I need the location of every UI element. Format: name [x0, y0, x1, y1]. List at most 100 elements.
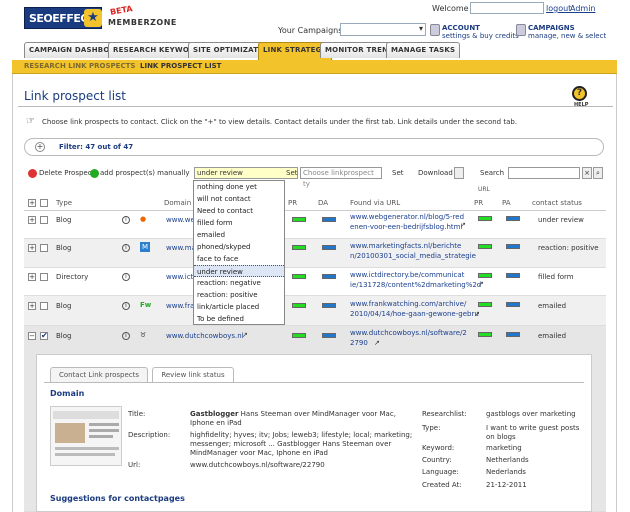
option-face-to-face[interactable]: face to face — [194, 253, 284, 265]
expand-row-icon[interactable]: + — [28, 216, 36, 224]
expand-row-icon[interactable]: + — [28, 302, 36, 310]
admin-link[interactable]: Admin — [570, 4, 596, 13]
account-title: ACCOUNT — [442, 24, 480, 32]
row-url-line1[interactable]: www.webgenerator.nl/blog/5-red — [350, 213, 464, 221]
help-icon[interactable]: ? — [572, 86, 587, 101]
option-need-to-contact[interactable]: Need to contact — [194, 205, 284, 217]
researchlist-value: gastblogs over marketing — [486, 410, 576, 418]
tab-review-link-status[interactable]: Review link status — [152, 367, 234, 382]
column-contact-status[interactable]: contact status — [532, 199, 582, 207]
da-bar — [322, 245, 336, 250]
logout-link[interactable]: logout — [546, 4, 571, 13]
external-link-icon[interactable]: ↗ — [478, 280, 484, 288]
row-type: Blog — [56, 302, 72, 310]
option-under-review[interactable]: under review — [194, 265, 284, 277]
pr-bar — [292, 245, 306, 250]
option-reaction-negative[interactable]: reaction: negative — [194, 277, 284, 289]
option-to-be-defined[interactable]: To be defined — [194, 313, 284, 325]
option-phoned-skyped[interactable]: phoned/skyped — [194, 241, 284, 253]
external-link-icon[interactable]: ↗ — [242, 331, 248, 339]
column-pr[interactable]: PR — [288, 199, 297, 207]
contact-status-dropdown[interactable]: nothing done yet will not contact Need t… — [193, 180, 285, 325]
row-domain[interactable]: www.ma — [166, 244, 196, 252]
row-checkbox-checked[interactable]: ✔ — [40, 331, 48, 340]
external-link-icon[interactable]: ↗ — [374, 339, 380, 347]
option-filled-form[interactable]: filled form — [194, 217, 284, 229]
set-type-button[interactable]: Set — [392, 169, 404, 177]
select-all-checkbox[interactable] — [40, 199, 48, 207]
tab-contact-link-prospects[interactable]: Contact Link prospects — [50, 367, 148, 382]
delete-prospect-button[interactable]: Delete Prospect — [39, 169, 94, 177]
row-url-line2[interactable]: ie/131728/content%2dmarketing%2d — [350, 281, 481, 289]
campaigns-icon[interactable] — [516, 24, 526, 36]
row-checkbox[interactable] — [40, 216, 48, 224]
subnav-research-link-prospects[interactable]: RESEARCH LINK PROSPECTS — [24, 62, 135, 70]
search-clear-icon[interactable]: × — [582, 167, 592, 179]
account-link[interactable]: ACCOUNT settings & buy credits — [442, 24, 519, 40]
info-icon[interactable]: i — [122, 216, 130, 224]
row-checkbox[interactable] — [40, 302, 48, 310]
info-icon[interactable]: i — [122, 302, 130, 310]
row-domain[interactable]: www.ict — [166, 273, 193, 281]
row-url-line1[interactable]: www.marketingfacts.nl/berichte — [350, 242, 461, 250]
option-nothing-done-yet[interactable]: nothing done yet — [194, 181, 284, 193]
row-url-line2[interactable]: 2790 — [350, 339, 368, 347]
add-prospect-button[interactable]: add prospect(s) manually — [100, 169, 189, 177]
add-icon[interactable] — [90, 169, 99, 178]
row-url-line1[interactable]: www.dutchcowboys.nl/software/2 — [350, 329, 467, 337]
column-domain[interactable]: Domain — [164, 199, 191, 207]
info-icon[interactable]: i — [122, 244, 130, 252]
option-link-article-placed[interactable]: link/article placed — [194, 301, 284, 313]
column-da[interactable]: DA — [318, 199, 328, 207]
row-domain[interactable]: www.fra — [166, 302, 194, 310]
linkprospect-type-select[interactable]: Choose linkprospect ty — [300, 167, 382, 188]
account-icon[interactable] — [430, 24, 440, 36]
subnav-link-prospect-list[interactable]: LINK PROSPECT LIST — [140, 62, 221, 70]
search-go-icon[interactable]: ⌕ — [593, 167, 603, 179]
download-icon[interactable] — [454, 167, 464, 179]
tab-manage-tasks[interactable]: MANAGE TASKS — [386, 42, 461, 58]
option-will-not-contact[interactable]: will not contact — [194, 193, 284, 205]
row-url-line1[interactable]: www.ictdirectory.be/communicat — [350, 271, 464, 279]
row-url-line1[interactable]: www.frankwatching.com/archive/ — [350, 300, 466, 308]
column-url-pa[interactable]: PA — [502, 199, 511, 207]
divider — [44, 382, 584, 383]
table-row[interactable]: + Directory i www.ict www.ictdirectory.b… — [24, 268, 606, 296]
row-url-line2[interactable]: 2010/04/14/hoe-gaan-gewone-gebru — [350, 310, 479, 318]
expand-row-icon[interactable]: + — [28, 273, 36, 281]
language-value: Nederlands — [486, 468, 526, 476]
filter-expand-icon[interactable]: + — [35, 142, 45, 152]
row-domain[interactable]: www.dutchcowboys.nl — [166, 332, 244, 340]
collapse-row-icon[interactable]: − — [28, 332, 36, 340]
search-input[interactable] — [508, 167, 580, 179]
expand-row-icon[interactable]: + — [28, 244, 36, 252]
contact-status-select[interactable]: under review — [194, 167, 298, 179]
table-row[interactable]: + Blog i M www.ma www.marketingfacts.nl/… — [24, 239, 606, 268]
external-link-icon[interactable]: ↗ — [460, 221, 466, 229]
row-domain[interactable]: www.we — [166, 216, 195, 224]
set-status-button[interactable]: Set — [286, 169, 298, 177]
row-checkbox[interactable] — [40, 244, 48, 252]
info-icon[interactable]: i — [122, 273, 130, 281]
table-row[interactable]: + Blog i Fw www.fra www.frankwatching.co… — [24, 296, 606, 326]
campaign-select[interactable] — [340, 23, 426, 36]
expand-all-icon[interactable]: + — [28, 199, 36, 207]
row-checkbox[interactable] — [40, 273, 48, 281]
campaigns-link[interactable]: CAMPAIGNS manage, new & select — [528, 24, 606, 40]
option-reaction-positive[interactable]: reaction: positive — [194, 289, 284, 301]
external-link-icon[interactable]: ↗ — [474, 310, 480, 318]
row-url-line2[interactable]: enen-voor-een-bedrijfsblog.html — [350, 223, 462, 231]
filter-bar[interactable]: + Filter: 47 out of 47 — [24, 138, 604, 156]
row-type: Blog — [56, 244, 72, 252]
column-url-pr[interactable]: PR — [474, 199, 483, 207]
option-emailed[interactable]: emailed — [194, 229, 284, 241]
info-icon[interactable]: i — [122, 332, 130, 340]
table-row[interactable]: + Blog i ● www.we www.webgenerator.nl/bl… — [24, 211, 606, 239]
column-found-via-url[interactable]: Found via URL — [350, 199, 400, 207]
download-button[interactable]: Download — [418, 169, 453, 177]
delete-icon[interactable] — [28, 169, 37, 178]
type-value: I want to write guest posts on blogs — [486, 424, 580, 441]
url-pa-bar — [506, 332, 520, 337]
column-type[interactable]: Type — [56, 199, 72, 207]
row-url-line2[interactable]: n/20100301_social_media_strategie — [350, 252, 476, 260]
